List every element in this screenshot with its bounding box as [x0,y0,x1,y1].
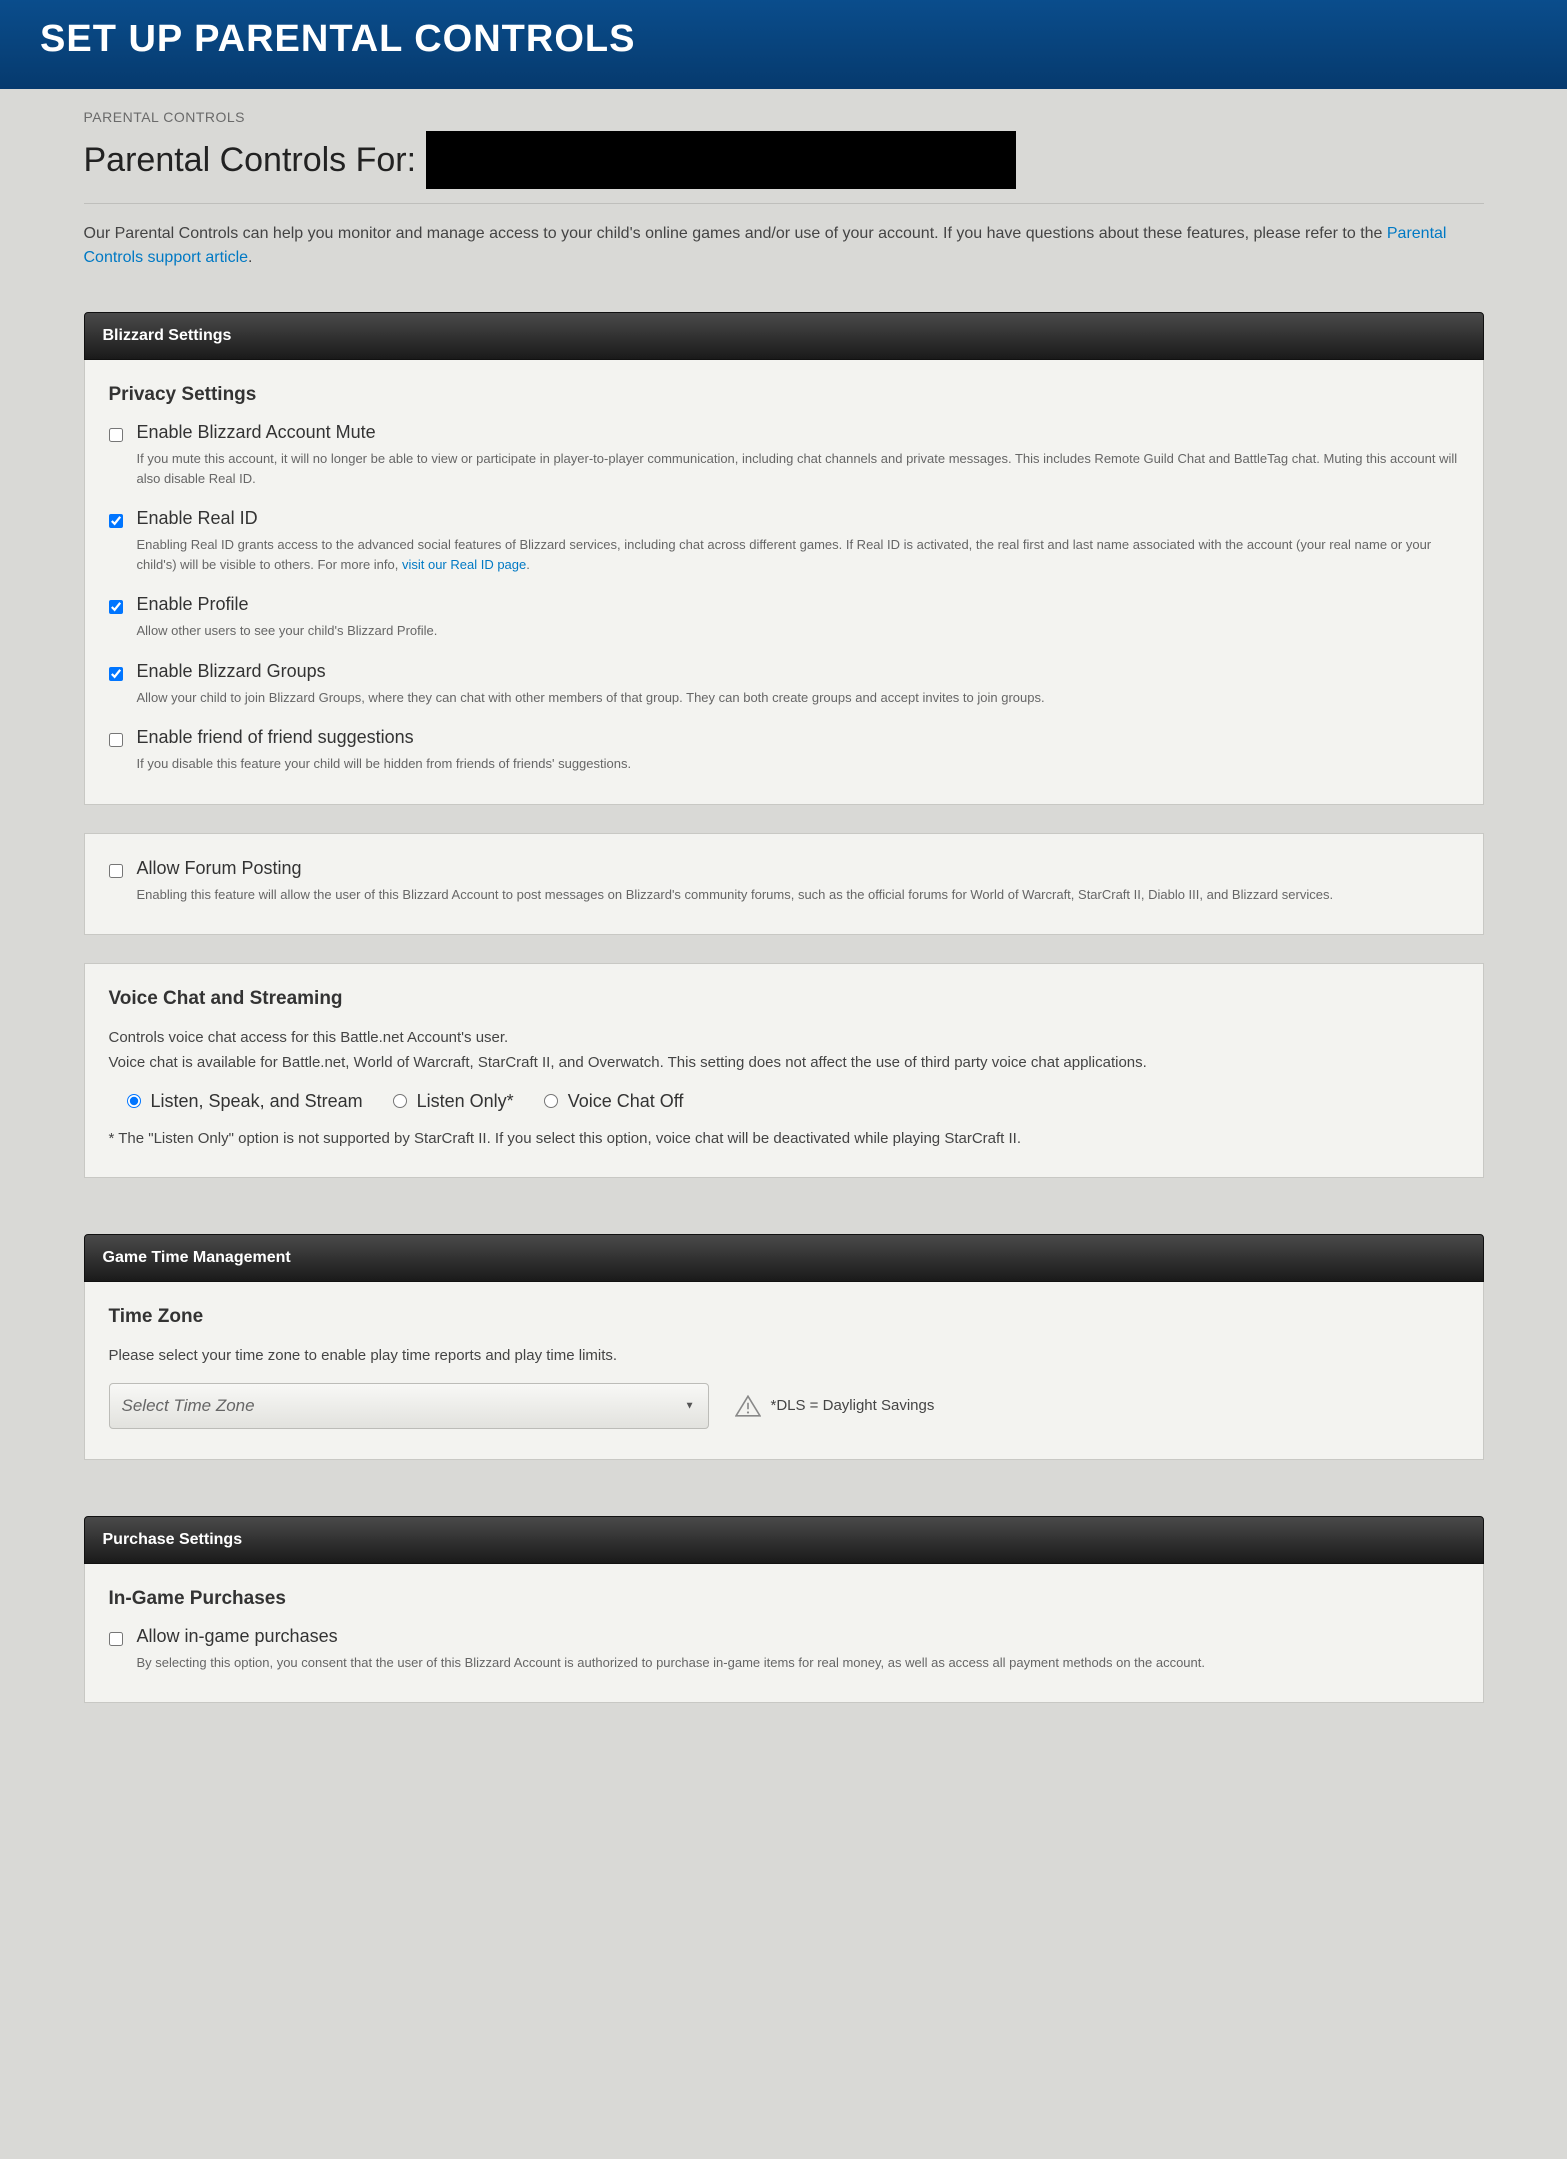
intro-before: Our Parental Controls can help you monit… [84,225,1387,242]
label-fof: Enable friend of friend suggestions [137,727,1459,748]
label-forum: Allow Forum Posting [137,858,1459,879]
desc-ingame: By selecting this option, you consent th… [137,1653,1459,1673]
checkbox-groups[interactable] [109,667,123,681]
breadcrumb: PARENTAL CONTROLS [84,109,1484,125]
radio-vc-full[interactable] [127,1094,141,1108]
desc-mute: If you mute this account, it will no lon… [137,449,1459,488]
checkbox-fof[interactable] [109,733,123,747]
intro-after: . [248,249,252,266]
label-vc-listen: Listen Only* [417,1091,514,1112]
forum-body: Allow Forum Posting Enabling this featur… [84,833,1484,936]
radio-vc-off[interactable] [544,1094,558,1108]
label-groups: Enable Blizzard Groups [137,661,1459,682]
purchase-header: Purchase Settings [84,1516,1484,1564]
option-fof: Enable friend of friend suggestions If y… [109,727,1459,774]
label-vc-full: Listen, Speak, and Stream [151,1091,363,1112]
label-realid: Enable Real ID [137,508,1459,529]
redacted-account-name [426,131,1016,189]
voice-desc1: Controls voice chat access for this Batt… [109,1026,1459,1049]
intro-text: Our Parental Controls can help you monit… [84,222,1484,270]
purchase-body: In-Game Purchases Allow in-game purchase… [84,1564,1484,1704]
page-title: Parental Controls For: [84,141,417,180]
radio-vc-listen[interactable] [393,1094,407,1108]
option-ingame: Allow in-game purchases By selecting thi… [109,1626,1459,1673]
blizzard-settings-header: Blizzard Settings [84,312,1484,360]
label-vc-off: Voice Chat Off [568,1091,684,1112]
voice-desc2: Voice chat is available for Battle.net, … [109,1051,1459,1074]
checkbox-profile[interactable] [109,600,123,614]
option-profile: Enable Profile Allow other users to see … [109,594,1459,641]
banner-title: SET UP PARENTAL CONTROLS [40,18,1527,61]
voice-body: Voice Chat and Streaming Controls voice … [84,963,1484,1178]
warning-icon [735,1395,761,1417]
checkbox-forum[interactable] [109,864,123,878]
gametime-body: Time Zone Please select your time zone t… [84,1282,1484,1460]
label-ingame: Allow in-game purchases [137,1626,1459,1647]
gametime-header: Game Time Management [84,1234,1484,1282]
desc-forum: Enabling this feature will allow the use… [137,885,1459,905]
desc-groups: Allow your child to join Blizzard Groups… [137,688,1459,708]
tz-desc: Please select your time zone to enable p… [109,1344,1459,1367]
realid-page-link[interactable]: visit our Real ID page [402,557,526,572]
option-mute: Enable Blizzard Account Mute If you mute… [109,422,1459,488]
voice-footnote: * The "Listen Only" option is not suppor… [109,1130,1459,1147]
checkbox-mute[interactable] [109,428,123,442]
tz-heading: Time Zone [109,1306,1459,1328]
dls-note-text: *DLS = Daylight Savings [771,1397,935,1414]
option-realid: Enable Real ID Enabling Real ID grants a… [109,508,1459,574]
desc-realid: Enabling Real ID grants access to the ad… [137,535,1459,574]
desc-profile: Allow other users to see your child's Bl… [137,621,1459,641]
voice-radio-group: Listen, Speak, and Stream Listen Only* V… [109,1091,1459,1112]
label-mute: Enable Blizzard Account Mute [137,422,1459,443]
label-profile: Enable Profile [137,594,1459,615]
voice-heading: Voice Chat and Streaming [109,988,1459,1010]
checkbox-realid[interactable] [109,514,123,528]
blizzard-settings-body: Privacy Settings Enable Blizzard Account… [84,360,1484,805]
dls-note: *DLS = Daylight Savings [735,1395,935,1417]
main-container: PARENTAL CONTROLS Parental Controls For:… [44,89,1524,1771]
ingame-heading: In-Game Purchases [109,1588,1459,1610]
timezone-select[interactable]: Select Time Zone [109,1383,709,1429]
desc-fof: If you disable this feature your child w… [137,754,1459,774]
page-title-row: Parental Controls For: [84,131,1484,204]
option-forum: Allow Forum Posting Enabling this featur… [109,858,1459,905]
privacy-settings-heading: Privacy Settings [109,384,1459,406]
option-groups: Enable Blizzard Groups Allow your child … [109,661,1459,708]
checkbox-ingame[interactable] [109,1632,123,1646]
top-banner: SET UP PARENTAL CONTROLS [0,0,1567,89]
